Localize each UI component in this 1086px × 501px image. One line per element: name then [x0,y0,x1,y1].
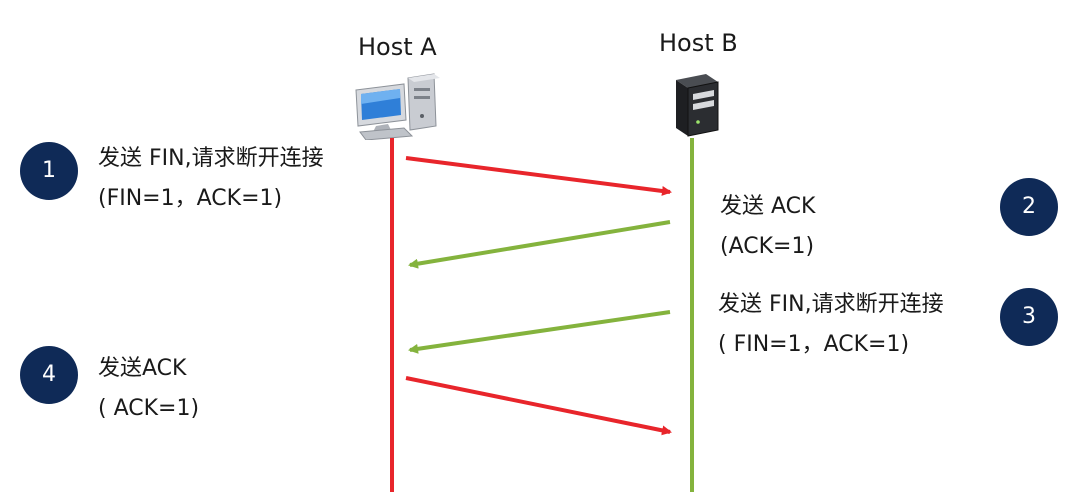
step-1-line1: 发送 FIN,请求断开连接 [98,146,324,171]
step-4-text: 发送ACK ( ACK=1) [98,352,199,432]
step-4-line1: 发送ACK [98,356,187,381]
step-2-line2: (ACK=1) [720,234,815,259]
arrow-step-2 [408,220,671,269]
step-2-text: 发送 ACK (ACK=1) [720,190,815,270]
step-3-text: 发送 FIN,请求断开连接 ( FIN=1，ACK=1) [718,288,944,368]
step-1-line2: (FIN=1，ACK=1) [98,186,283,211]
step-3-line2: ( FIN=1，ACK=1) [718,332,910,357]
step-2-badge: 2 [1000,178,1058,236]
step-4-badge: 4 [20,346,78,404]
arrow-step-4 [405,376,672,436]
step-4-line2: ( ACK=1) [98,396,200,421]
step-1-text: 发送 FIN,请求断开连接 (FIN=1，ACK=1) [98,142,324,222]
arrow-step-1 [405,156,672,196]
step-3-line1: 发送 FIN,请求断开连接 [718,292,944,317]
step-2-line1: 发送 ACK [720,194,816,219]
arrow-step-3 [408,310,671,354]
step-1-badge: 1 [20,142,78,200]
step-3-badge: 3 [1000,288,1058,346]
